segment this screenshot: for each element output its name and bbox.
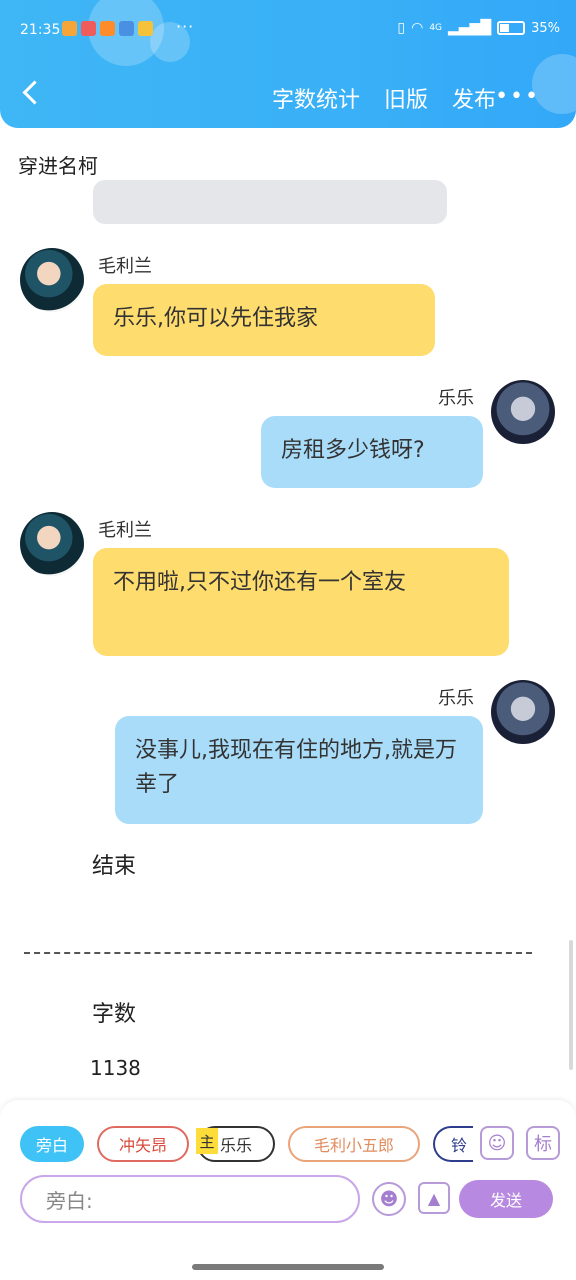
signal-icon: ▂▄▆█	[448, 20, 492, 36]
mark-button[interactable]: 标	[526, 1126, 560, 1160]
image-icon[interactable]: ▲	[418, 1182, 450, 1214]
notification-icons	[62, 21, 153, 36]
message-input[interactable]: 旁白:	[20, 1175, 360, 1223]
message-bubble[interactable]: 房租多少钱呀?	[261, 416, 483, 488]
message-bubble[interactable]: 不用啦,只不过你还有一个室友	[93, 548, 509, 656]
scrollbar[interactable]	[569, 940, 573, 1070]
sender-name: 乐乐	[438, 688, 474, 709]
vibrate-icon: ▯	[397, 20, 406, 36]
story-title: 穿进名柯	[18, 154, 98, 178]
app-notification-icon	[100, 21, 115, 36]
role-chip[interactable]: 毛利小五郎	[288, 1126, 420, 1162]
app-notification-icon	[138, 21, 153, 36]
status-time: 21:35	[20, 22, 61, 38]
sender-name: 毛利兰	[98, 256, 152, 277]
status-more: ···	[176, 17, 195, 36]
status-bar: 21:35 ··· ▯ ◠ 4G ▂▄▆█ 35%	[0, 14, 576, 48]
sender-name: 乐乐	[438, 388, 474, 409]
emoji-icon[interactable]: ☻	[372, 1182, 406, 1216]
role-chip[interactable]: 铃	[433, 1126, 473, 1162]
word-count-label: 字数	[92, 1002, 137, 1027]
role-chip[interactable]: 冲矢昂	[97, 1126, 189, 1162]
app-header: 21:35 ··· ▯ ◠ 4G ▂▄▆█ 35% 字数统计 旧版 发布 •••	[0, 0, 576, 128]
message-bubble[interactable]: 乐乐,你可以先住我家	[93, 284, 435, 356]
wifi-icon: ◠	[411, 20, 424, 36]
app-notification-icon	[81, 21, 96, 36]
word-count-value: 1138	[90, 1056, 141, 1080]
ending-text: 结束	[92, 854, 137, 879]
word-count-button[interactable]: 字数统计	[272, 82, 360, 114]
contact-icon[interactable]: ☺	[480, 1126, 514, 1160]
header-actions: 字数统计 旧版 发布	[272, 82, 496, 114]
battery-percent: 35%	[531, 20, 560, 36]
avatar[interactable]	[491, 380, 555, 444]
avatar[interactable]	[20, 248, 84, 312]
status-right: ▯ ◠ 4G ▂▄▆█ 35%	[397, 20, 560, 36]
partial-message-bubble	[93, 180, 447, 224]
sender-name: 毛利兰	[98, 520, 152, 541]
more-icon[interactable]: •••	[495, 84, 540, 109]
battery-icon	[497, 21, 526, 35]
divider	[24, 952, 532, 954]
back-arrow-icon[interactable]	[18, 78, 46, 114]
old-version-button[interactable]: 旧版	[384, 82, 428, 114]
main-character-tag: 主	[196, 1128, 218, 1154]
role-chip-narration[interactable]: 旁白	[20, 1126, 84, 1162]
publish-button[interactable]: 发布	[452, 82, 496, 114]
app-notification-icon	[119, 21, 134, 36]
app-notification-icon	[62, 21, 77, 36]
home-indicator[interactable]	[192, 1264, 384, 1270]
send-button[interactable]: 发送	[459, 1180, 553, 1218]
avatar[interactable]	[20, 512, 84, 576]
avatar[interactable]	[491, 680, 555, 744]
network-type: 4G	[429, 23, 443, 33]
message-bubble[interactable]: 没事儿,我现在有住的地方,就是万幸了	[115, 716, 483, 824]
